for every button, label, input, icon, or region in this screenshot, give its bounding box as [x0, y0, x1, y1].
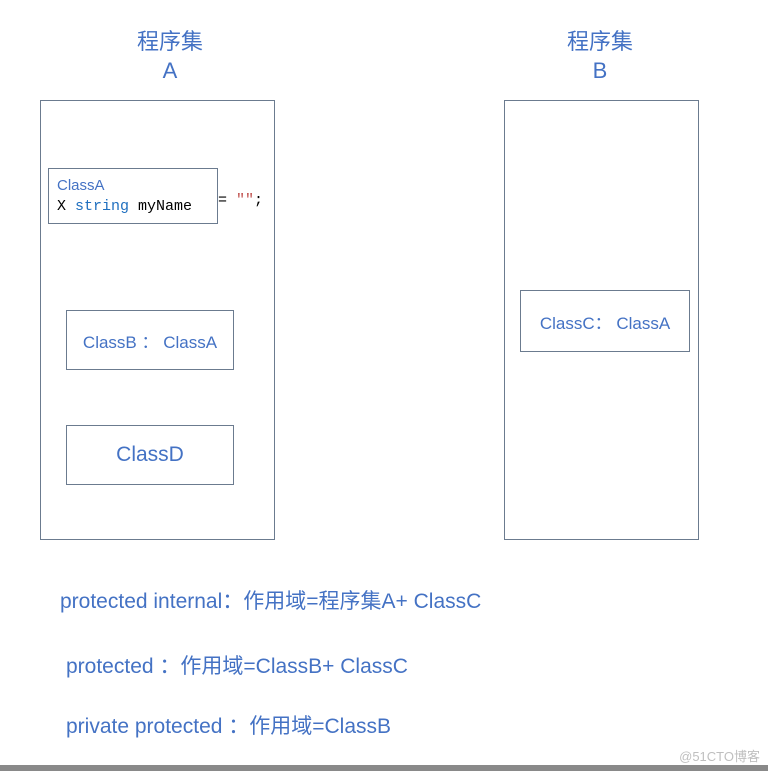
class-c-label: ClassC： ClassA	[534, 303, 676, 340]
code-var: myName	[129, 198, 192, 215]
code-x: X	[57, 198, 75, 215]
class-a-box: ClassA X string myName	[48, 168, 218, 224]
class-d-label: ClassD	[110, 437, 190, 473]
assembly-b-title-line2: B	[593, 58, 608, 83]
code-type: string	[75, 198, 129, 215]
class-b-box: ClassB ： ClassA	[66, 310, 234, 370]
class-a-code-outside: = "";	[218, 192, 263, 209]
class-d-box: ClassD	[66, 425, 234, 485]
class-c-box: ClassC： ClassA	[520, 290, 690, 352]
assembly-a-title: 程序集 A	[110, 28, 230, 85]
note-protected: protected ：作用域=ClassB+ ClassC	[66, 650, 408, 680]
footer-bar	[0, 765, 768, 771]
assembly-b-title: 程序集 B	[540, 28, 660, 85]
class-b-label: ClassB ： ClassA	[77, 322, 223, 359]
assembly-a-title-line2: A	[163, 58, 178, 83]
class-a-code: X string myName	[57, 196, 209, 217]
class-a-name: ClassA	[57, 175, 209, 196]
code-quote1: "	[236, 192, 245, 209]
code-assign: =	[218, 192, 236, 209]
code-semi: ;	[254, 192, 263, 209]
watermark: @51CTO博客	[679, 746, 760, 765]
note-private-protected: private protected ：作用域=ClassB	[66, 710, 391, 740]
assembly-b-title-line1: 程序集	[567, 29, 633, 54]
assembly-a-title-line1: 程序集	[137, 29, 203, 54]
code-quote2: "	[245, 192, 254, 209]
diagram-canvas: 程序集 A 程序集 B ClassA X string myName = "";…	[0, 0, 768, 771]
note-protected-internal: protected internal：作用域=程序集A+ ClassC	[60, 585, 481, 615]
